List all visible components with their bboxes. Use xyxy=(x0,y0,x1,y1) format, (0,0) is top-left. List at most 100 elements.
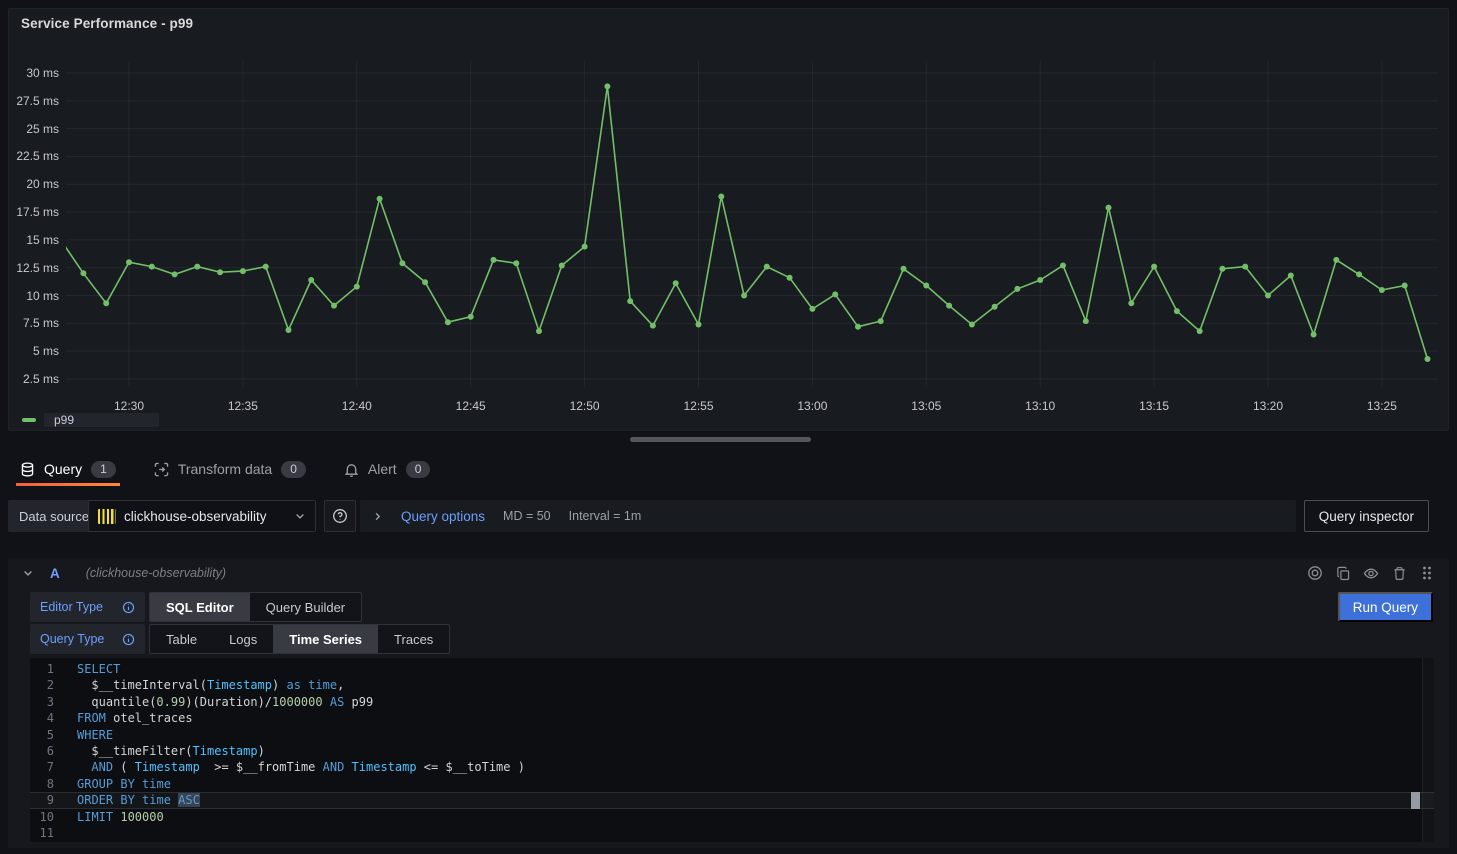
drag-handle-icon[interactable] xyxy=(1419,565,1435,581)
question-circle-icon xyxy=(332,508,348,524)
data-point xyxy=(1197,328,1203,334)
data-point xyxy=(1242,264,1248,270)
data-point xyxy=(468,314,474,320)
run-query-button[interactable]: Run Query xyxy=(1338,592,1433,622)
collapse-chevron-icon[interactable] xyxy=(22,567,34,579)
data-point xyxy=(832,291,838,297)
data-point xyxy=(923,283,929,289)
tab-transform-data[interactable]: Transform data 0 xyxy=(150,452,310,486)
disable-query-icon[interactable] xyxy=(1307,565,1323,581)
line-number: 11 xyxy=(30,825,54,841)
info-circle-icon[interactable] xyxy=(122,601,135,614)
data-point xyxy=(1402,283,1408,289)
y-axis-label: 10 ms xyxy=(9,289,59,303)
data-source-picker[interactable]: clickhouse-observability xyxy=(88,500,316,532)
data-point xyxy=(308,277,314,283)
query-type-logs[interactable]: Logs xyxy=(213,625,273,653)
data-point xyxy=(1219,266,1225,272)
data-point xyxy=(1379,287,1385,293)
y-axis-label: 30 ms xyxy=(9,66,59,80)
line-number: 5 xyxy=(30,727,54,743)
code-text: AND ( Timestamp >= $__fromTime AND Times… xyxy=(54,759,525,775)
y-axis-label: 15 ms xyxy=(9,233,59,247)
line-number: 1 xyxy=(30,661,54,677)
data-source-help-button[interactable] xyxy=(324,500,356,532)
code-text: SELECT xyxy=(54,661,120,677)
query-type-row: Query Type TableLogsTime SeriesTraces xyxy=(30,624,450,654)
delete-query-trash-icon[interactable] xyxy=(1391,565,1407,581)
x-axis-label: 12:30 xyxy=(114,399,144,413)
tab-alert[interactable]: Alert 0 xyxy=(340,452,434,486)
legend-series-label[interactable]: p99 xyxy=(44,413,159,427)
info-circle-icon[interactable] xyxy=(122,633,135,646)
query-options-bar[interactable]: Query options MD = 50 Interval = 1m xyxy=(360,500,1296,532)
query-row-actions xyxy=(1307,565,1435,581)
query-type-switch: TableLogsTime SeriesTraces xyxy=(149,624,450,654)
query-type-traces[interactable]: Traces xyxy=(378,625,449,653)
data-point xyxy=(946,303,952,309)
code-line-9[interactable]: 9ORDER BY time ASC xyxy=(30,792,1434,808)
code-line-3[interactable]: 3quantile(0.99)(Duration)/1000000 AS p99 xyxy=(30,694,1434,710)
duplicate-query-icon[interactable] xyxy=(1335,565,1351,581)
query-inspector-button[interactable]: Query inspector xyxy=(1304,500,1429,532)
tab-alert-label: Alert xyxy=(368,461,397,477)
data-point xyxy=(650,323,656,329)
code-line-5[interactable]: 5WHERE xyxy=(30,727,1434,743)
code-line-10[interactable]: 10LIMIT 100000 xyxy=(30,809,1434,825)
data-point xyxy=(80,270,86,276)
code-line-6[interactable]: 6$__timeFilter(Timestamp) xyxy=(30,743,1434,759)
query-options-link[interactable]: Query options xyxy=(401,509,485,524)
x-axis-label: 13:20 xyxy=(1253,399,1283,413)
y-axis-label: 22.5 ms xyxy=(9,149,59,163)
data-point xyxy=(331,303,337,309)
line-number: 2 xyxy=(30,677,54,693)
data-point xyxy=(1014,286,1020,292)
data-point xyxy=(741,293,747,299)
data-point xyxy=(1083,318,1089,324)
data-point xyxy=(536,328,542,334)
query-row-header[interactable]: A (clickhouse-observability) xyxy=(8,558,1449,588)
hide-response-eye-icon[interactable] xyxy=(1363,565,1379,581)
line-number: 7 xyxy=(30,759,54,775)
data-point xyxy=(1333,257,1339,263)
code-line-8[interactable]: 8GROUP BY time xyxy=(30,776,1434,792)
query-type-time-series[interactable]: Time Series xyxy=(273,625,378,653)
data-point xyxy=(377,196,383,202)
legend-swatch xyxy=(22,418,36,422)
data-point xyxy=(445,319,451,325)
tab-query[interactable]: Query 1 xyxy=(16,452,120,486)
sql-code-editor[interactable]: 1SELECT2$__timeInterval(Timestamp) as ti… xyxy=(30,658,1434,842)
data-point xyxy=(992,304,998,310)
data-source-label: Data source xyxy=(8,500,100,532)
editor-type-query-builder[interactable]: Query Builder xyxy=(250,593,361,621)
code-line-7[interactable]: 7AND ( Timestamp >= $__fromTime AND Time… xyxy=(30,759,1434,775)
data-point xyxy=(627,298,633,304)
code-line-2[interactable]: 2$__timeInterval(Timestamp) as time, xyxy=(30,677,1434,693)
data-point xyxy=(422,279,428,285)
max-data-points-value: MD = 50 xyxy=(503,509,551,523)
query-type-table[interactable]: Table xyxy=(150,625,213,653)
chevron-down-icon xyxy=(294,510,306,522)
query-datasource-note: (clickhouse-observability) xyxy=(86,566,226,580)
y-axis-label: 12.5 ms xyxy=(9,261,59,275)
data-point xyxy=(1128,300,1134,306)
code-line-1[interactable]: 1SELECT xyxy=(30,661,1434,677)
code-line-11[interactable]: 11 xyxy=(30,825,1434,841)
query-ref-id: A xyxy=(50,566,60,581)
code-line-4[interactable]: 4FROM otel_traces xyxy=(30,710,1434,726)
clickhouse-logo-icon xyxy=(98,509,116,524)
line-number: 9 xyxy=(30,792,54,808)
chevron-right-icon xyxy=(372,511,383,522)
editor-type-sql-editor[interactable]: SQL Editor xyxy=(150,593,250,621)
chart-plot[interactable] xyxy=(66,61,1438,393)
editor-type-switch: SQL EditorQuery Builder xyxy=(149,592,362,622)
y-axis-label: 20 ms xyxy=(9,177,59,191)
horizontal-scrollbar[interactable] xyxy=(630,437,811,442)
x-axis-label: 13:15 xyxy=(1139,399,1169,413)
data-point xyxy=(286,327,292,333)
grafana-panel-edit-screen: Service Performance - p99 30 ms27.5 ms25… xyxy=(0,0,1457,854)
editor-scrollbar[interactable] xyxy=(1422,658,1434,842)
data-point xyxy=(787,275,793,281)
code-text: WHERE xyxy=(54,727,113,743)
data-point xyxy=(1060,263,1066,269)
